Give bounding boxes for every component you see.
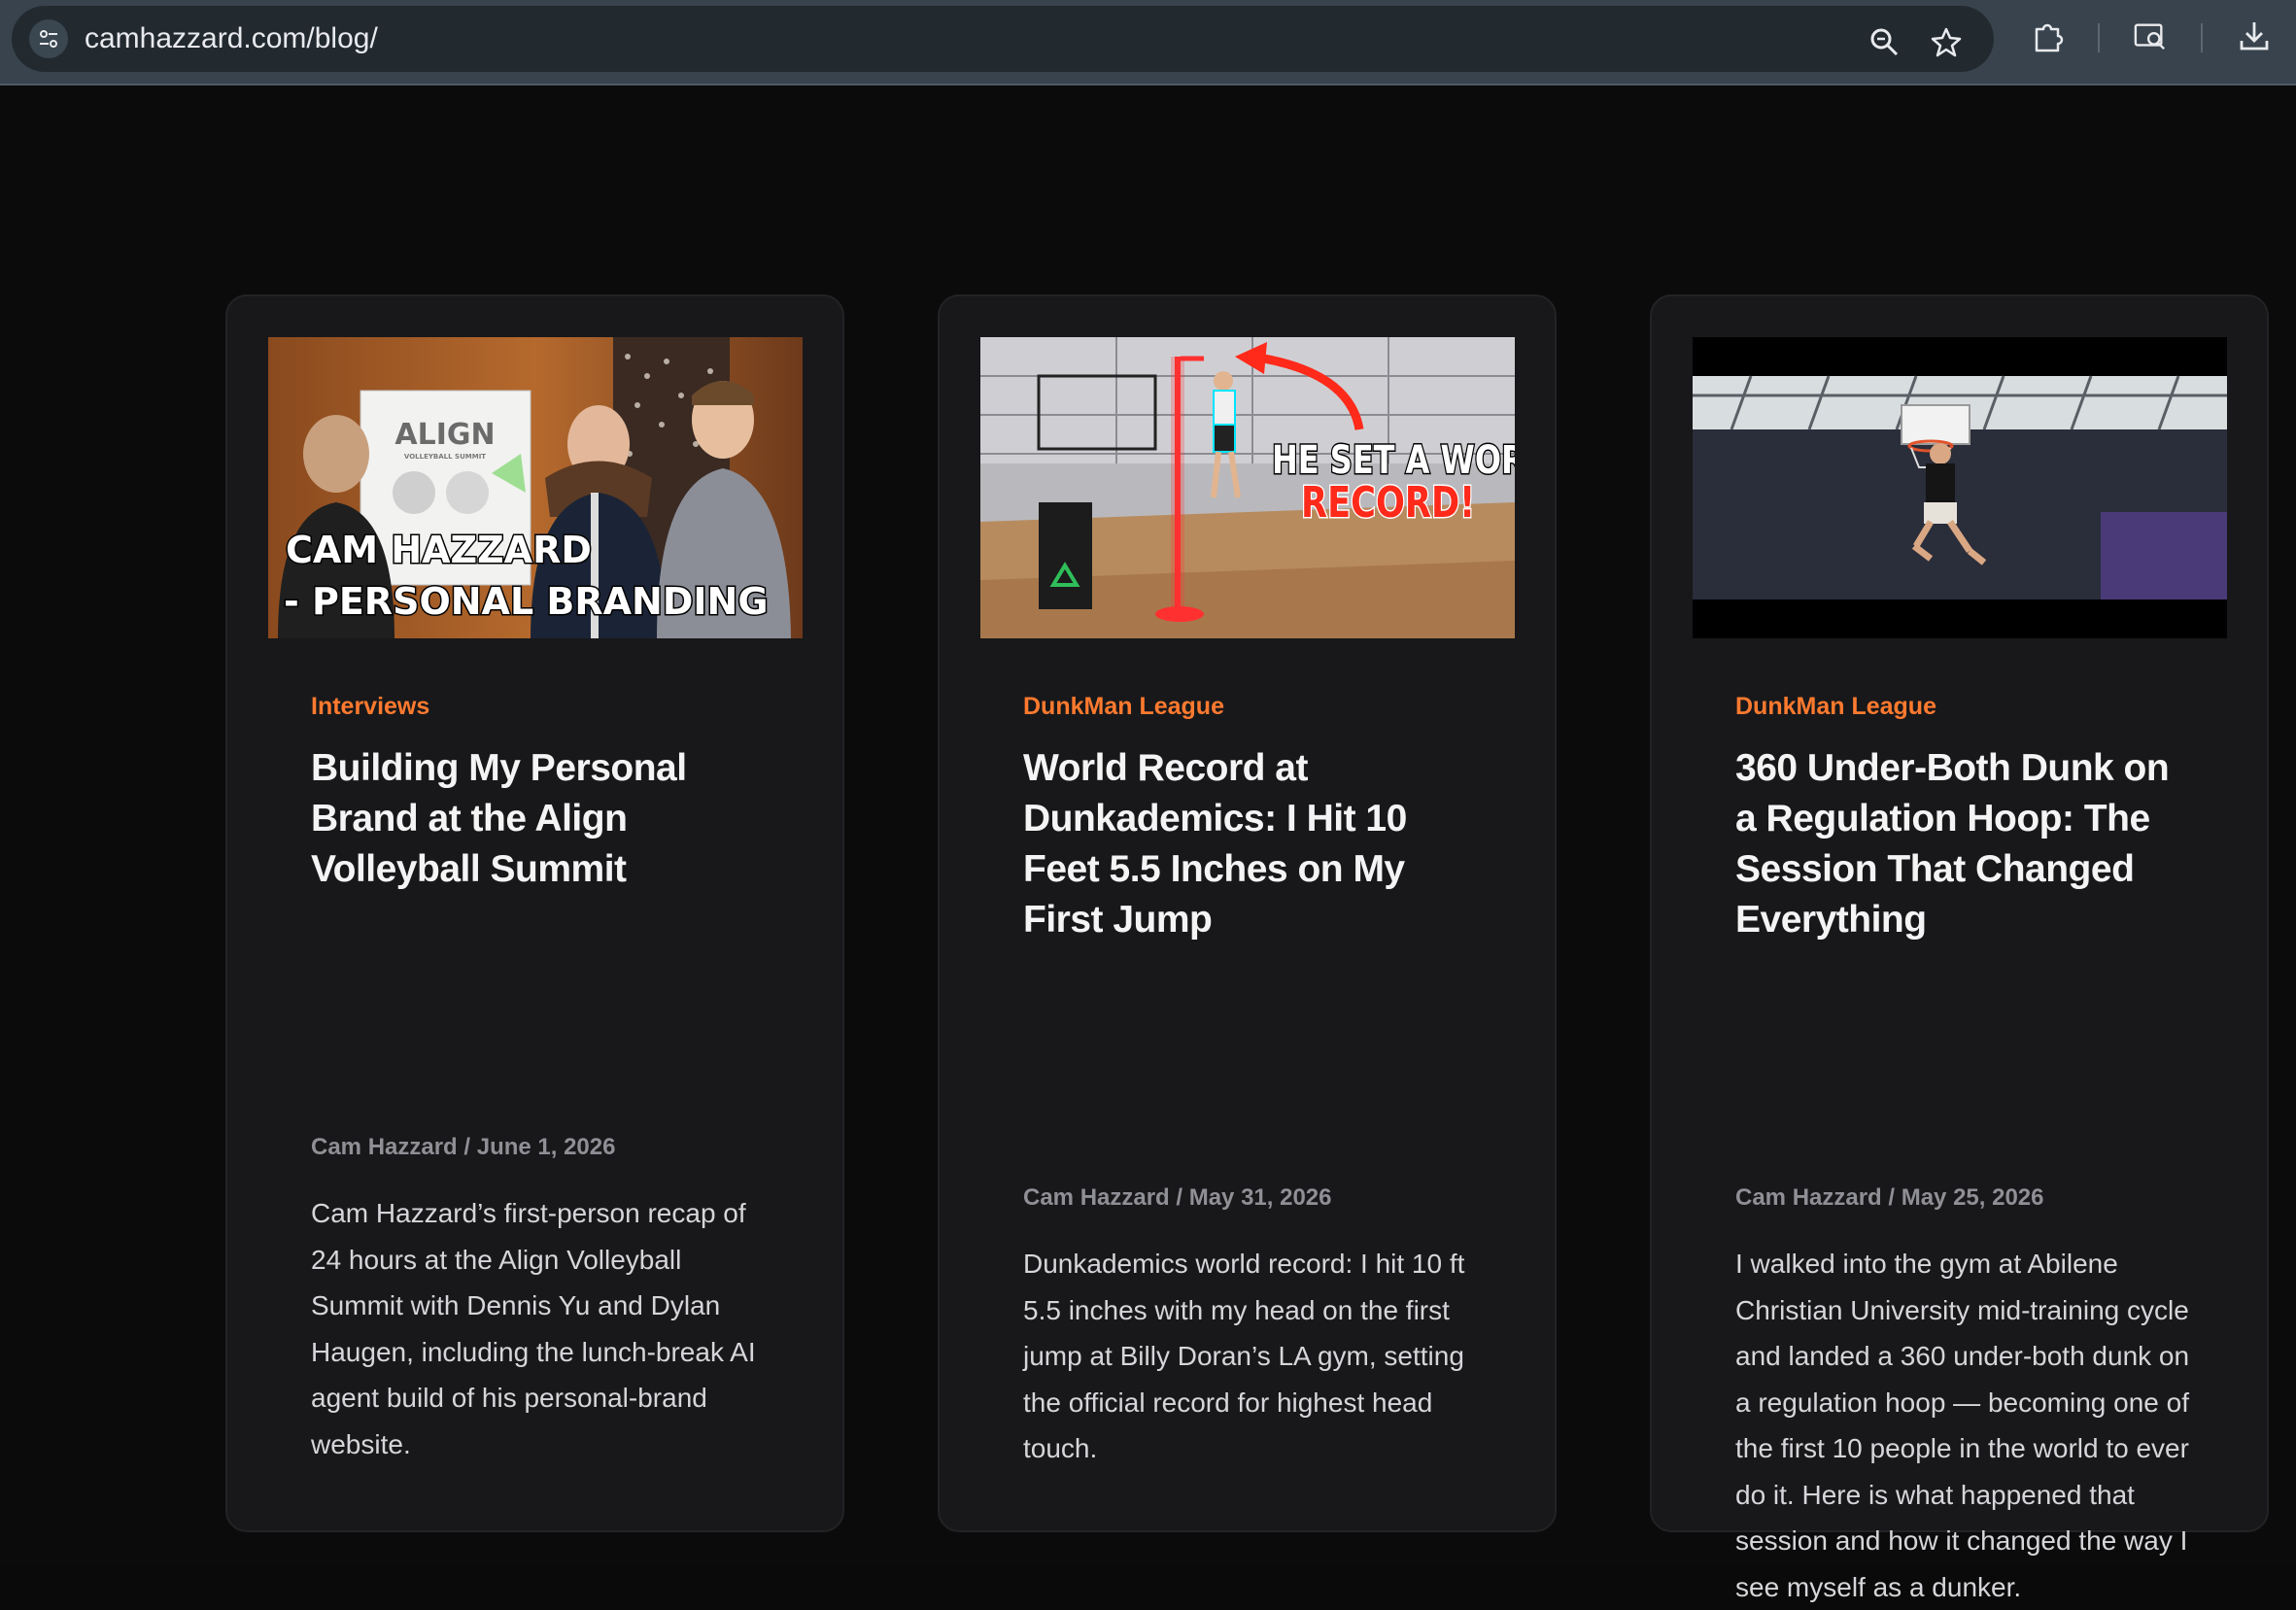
- screen-search-icon[interactable]: [2134, 19, 2167, 52]
- post-title[interactable]: World Record at Dunkademics: I Hit 10 Fe…: [1023, 743, 1480, 945]
- url-text[interactable]: camhazzard.com/blog/: [85, 6, 378, 72]
- bookmark-star-icon[interactable]: [1930, 25, 1963, 58]
- thumbnail-caption-line2: - PERSONAL BRANDING: [284, 580, 769, 623]
- browser-toolbar: camhazzard.com/blog/: [0, 0, 2296, 86]
- post-title[interactable]: 360 Under-Both Dunk on a Regulation Hoop…: [1735, 743, 2192, 945]
- extensions-icon[interactable]: [2031, 19, 2064, 52]
- post-thumbnail[interactable]: HE SET A WORLD RECORD!: [980, 337, 1515, 638]
- post-thumbnail[interactable]: [1693, 337, 2227, 638]
- thumbnail-image-360-dunk: [1693, 337, 2227, 638]
- thumbnail-caption-line1: CAM HAZZARD: [286, 529, 592, 571]
- post-excerpt: Dunkademics world record: I hit 10 ft 5.…: [1023, 1249, 1465, 1463]
- post-thumbnail[interactable]: ALIGN VOLLEYBALL SUMMIT CAM HAZZARD - PE…: [268, 337, 803, 638]
- site-info-icon[interactable]: [29, 19, 68, 58]
- address-bar[interactable]: camhazzard.com/blog/: [12, 6, 1994, 72]
- thumbnail-caption-line1: HE SET A WORLD: [1272, 436, 1515, 482]
- post-meta: Cam Hazzard / June 1, 2026: [311, 1134, 616, 1160]
- post-meta: Cam Hazzard / May 31, 2026: [1023, 1184, 1332, 1211]
- blog-post-card[interactable]: DunkMan League 360 Under-Both Dunk on a …: [1650, 294, 2269, 1602]
- blog-page: ALIGN VOLLEYBALL SUMMIT CAM HAZZARD - PE…: [0, 86, 2296, 1602]
- post-excerpt: Cam Hazzard’s first-person recap of 24 h…: [311, 1198, 756, 1459]
- post-title[interactable]: Building My Personal Brand at the Align …: [311, 743, 768, 895]
- post-category[interactable]: DunkMan League: [1735, 693, 1936, 721]
- post-meta: Cam Hazzard / May 25, 2026: [1735, 1184, 2044, 1211]
- zoom-icon[interactable]: [1868, 25, 1901, 58]
- post-category[interactable]: DunkMan League: [1023, 693, 1224, 721]
- toolbar-divider: [2201, 23, 2203, 52]
- post-excerpt: I walked into the gym at Abilene Christi…: [1735, 1249, 2190, 1602]
- download-icon[interactable]: [2238, 19, 2271, 52]
- banner-logo-text: ALIGN: [394, 418, 495, 452]
- thumbnail-image-align-summit: ALIGN VOLLEYBALL SUMMIT CAM HAZZARD - PE…: [268, 337, 803, 638]
- toolbar-divider: [2098, 23, 2100, 52]
- blog-post-card[interactable]: ALIGN VOLLEYBALL SUMMIT CAM HAZZARD - PE…: [225, 294, 844, 1532]
- post-category[interactable]: Interviews: [311, 693, 429, 721]
- banner-sub-text: VOLLEYBALL SUMMIT: [404, 453, 486, 461]
- thumbnail-image-world-record: HE SET A WORLD RECORD!: [980, 337, 1515, 638]
- blog-post-card[interactable]: HE SET A WORLD RECORD! DunkMan League Wo…: [938, 294, 1557, 1532]
- thumbnail-caption-line2: RECORD!: [1301, 478, 1475, 528]
